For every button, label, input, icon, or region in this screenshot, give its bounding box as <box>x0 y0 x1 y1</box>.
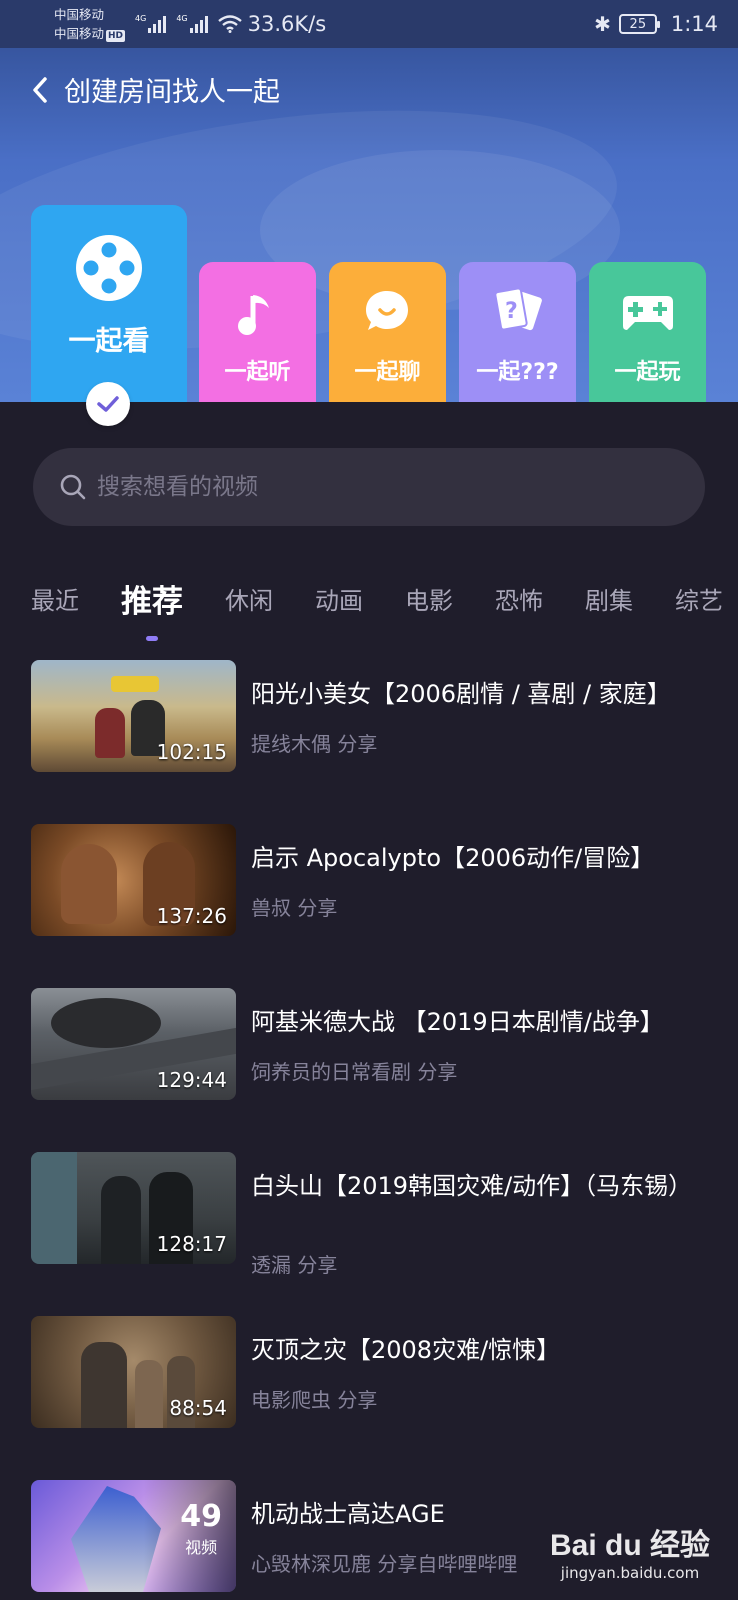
smoke-shape <box>51 998 161 1048</box>
figure-shape <box>101 1176 141 1264</box>
video-list-item[interactable]: 102:15 阳光小美女【2006剧情 / 喜剧 / 家庭】 提线木偶 分享 <box>31 660 721 772</box>
signal-label-2: 4G <box>176 14 188 23</box>
category-watch-together[interactable]: 一起看 <box>31 205 187 402</box>
carrier-2: 中国移动 HD <box>54 24 126 43</box>
clock: 1:14 <box>670 12 718 36</box>
video-uploader: 饲养员的日常看剧 分享 <box>251 1060 458 1084</box>
category-chat-together[interactable]: 一起聊 <box>329 262 446 402</box>
category-tabs: 最近 推荐 休闲 动画 电影 恐怖 剧集 综艺 <box>31 570 738 641</box>
search-input[interactable] <box>97 474 657 500</box>
chevron-left-icon[interactable] <box>28 75 54 105</box>
status-right: ✱ 25 1:14 <box>594 12 718 36</box>
video-uploader: 心毁林深见鹿 分享自哔哩哔哩 <box>251 1552 518 1576</box>
category-label: 一起??? <box>476 360 559 385</box>
video-count-label: 视频 <box>185 1538 218 1557</box>
video-title: 阳光小美女【2006剧情 / 喜剧 / 家庭】 <box>251 680 671 708</box>
baidu-watermark: Bai du 经验 jingyan.baidu.com <box>550 1520 710 1582</box>
screen: 中国移动 中国移动 HD 4G 4G 33.6K/s ✱ 25 1:14 创建房间… <box>0 0 738 1600</box>
category-label: 一起聊 <box>354 360 421 385</box>
video-count-number: 49 <box>180 1499 222 1534</box>
question-cards-icon: ? <box>494 287 542 331</box>
signal-icon: 4G <box>176 14 208 33</box>
video-list-item[interactable]: 129:44 阿基米德大战 【2019日本剧情/战争】 饲养员的日常看剧 分享 <box>31 988 721 1100</box>
door-shape <box>31 1152 77 1264</box>
category-label: 一起听 <box>224 360 291 385</box>
carrier-2-label: 中国移动 <box>54 26 105 41</box>
category-label: 一起看 <box>68 326 150 357</box>
figure-shape <box>95 708 125 758</box>
category-play-together[interactable]: 一起玩 <box>589 262 706 402</box>
figure-shape <box>135 1360 163 1428</box>
check-icon <box>97 396 119 412</box>
battery-level: 25 <box>629 16 647 32</box>
video-list-item[interactable]: 88:54 灭顶之灾【2008灾难/惊悚】 电影爬虫 分享 <box>31 1316 721 1428</box>
tab-movie[interactable]: 电影 <box>405 581 453 616</box>
chat-bubble-icon <box>366 291 408 330</box>
video-duration: 137:26 <box>156 904 227 928</box>
selected-check-icon <box>86 382 130 426</box>
tab-animation[interactable]: 动画 <box>315 581 363 616</box>
battery-icon: 25 <box>618 14 660 34</box>
video-duration: 88:54 <box>169 1396 227 1420</box>
category-listen-together[interactable]: 一起听 <box>199 262 316 402</box>
video-uploader: 透漏 分享 <box>251 1253 338 1277</box>
title-bar: 创建房间找人一起 <box>28 70 280 109</box>
video-thumbnail: 88:54 <box>31 1316 236 1428</box>
category-mystery-together[interactable]: ? 一起??? <box>459 262 576 402</box>
video-uploader: 兽叔 分享 <box>251 896 338 920</box>
video-uploader: 提线木偶 分享 <box>251 732 378 756</box>
hd-badge: HD <box>106 30 126 42</box>
tab-series[interactable]: 剧集 <box>585 581 633 616</box>
video-uploader: 电影爬虫 分享 <box>251 1388 378 1412</box>
status-bar: 中国移动 中国移动 HD 4G 4G 33.6K/s ✱ 25 1:14 <box>0 0 738 48</box>
tab-leisure[interactable]: 休闲 <box>225 581 273 616</box>
tab-variety[interactable]: 综艺 <box>675 581 723 616</box>
music-note-icon <box>238 295 269 335</box>
video-list-item[interactable]: 137:26 启示 Apocalypto【2006动作/冒险】 兽叔 分享 <box>31 824 721 936</box>
video-list-item[interactable]: 128:17 白头山【2019韩国灾难/动作】（马东锡） 透漏 分享 <box>31 1152 721 1277</box>
wifi-icon <box>217 15 242 33</box>
category-label: 一起玩 <box>614 360 681 385</box>
video-thumbnail: 129:44 <box>31 988 236 1100</box>
gamepad-icon <box>623 296 673 330</box>
search-bar[interactable] <box>33 448 705 526</box>
video-title: 灭顶之灾【2008灾难/惊悚】 <box>251 1336 561 1364</box>
video-thumbnail: 137:26 <box>31 824 236 936</box>
video-thumbnail: 102:15 <box>31 660 236 772</box>
tab-recent[interactable]: 最近 <box>31 581 79 616</box>
video-title: 阿基米德大战 【2019日本剧情/战争】 <box>251 1008 664 1036</box>
video-title: 白头山【2019韩国灾难/动作】（马东锡） <box>251 1172 693 1200</box>
search-icon <box>60 474 86 500</box>
video-duration: 129:44 <box>156 1068 227 1092</box>
face-shape <box>61 844 117 924</box>
svg-text:?: ? <box>505 299 518 324</box>
page-title: 创建房间找人一起 <box>64 77 280 108</box>
video-duration: 102:15 <box>156 740 227 764</box>
video-title: 启示 Apocalypto【2006动作/冒险】 <box>251 844 655 872</box>
signal-icon: 4G <box>135 14 167 33</box>
video-count: 49 视频 <box>180 1500 222 1558</box>
film-reel-icon <box>76 235 142 301</box>
signal-label: 4G <box>135 14 147 23</box>
carrier-info: 中国移动 中国移动 HD <box>54 5 126 43</box>
watermark-url: jingyan.baidu.com <box>560 1564 700 1582</box>
bluetooth-icon: ✱ <box>594 12 611 36</box>
network-speed: 33.6K/s <box>247 12 327 36</box>
tab-horror[interactable]: 恐怖 <box>495 581 543 616</box>
carrier-1: 中国移动 <box>54 7 105 22</box>
video-thumbnail: 49 视频 <box>31 1480 236 1592</box>
video-thumbnail: 128:17 <box>31 1152 236 1264</box>
video-duration: 128:17 <box>156 1232 227 1256</box>
tab-recommended[interactable]: 推荐 <box>121 576 183 641</box>
watermark-brand: Bai du 经验 <box>549 1529 710 1562</box>
van-shape <box>111 676 159 692</box>
figure-shape <box>81 1342 127 1428</box>
